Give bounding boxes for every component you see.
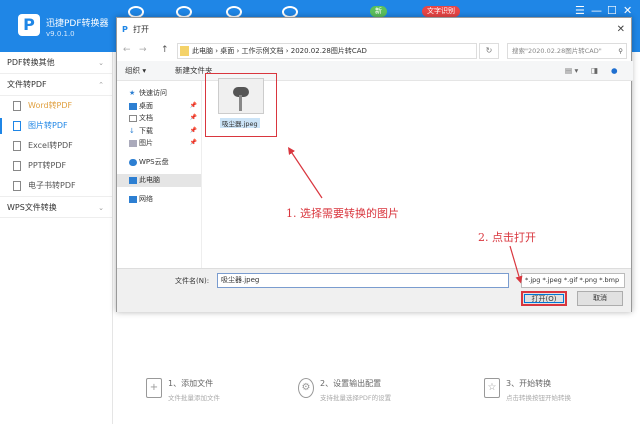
arrow-to-filter (509, 245, 523, 284)
arrow-to-file (288, 147, 323, 199)
annotation-step2: 2. 点击打开 (478, 231, 536, 244)
annotation-step1: 1. 选择需要转换的图片 (286, 207, 399, 220)
